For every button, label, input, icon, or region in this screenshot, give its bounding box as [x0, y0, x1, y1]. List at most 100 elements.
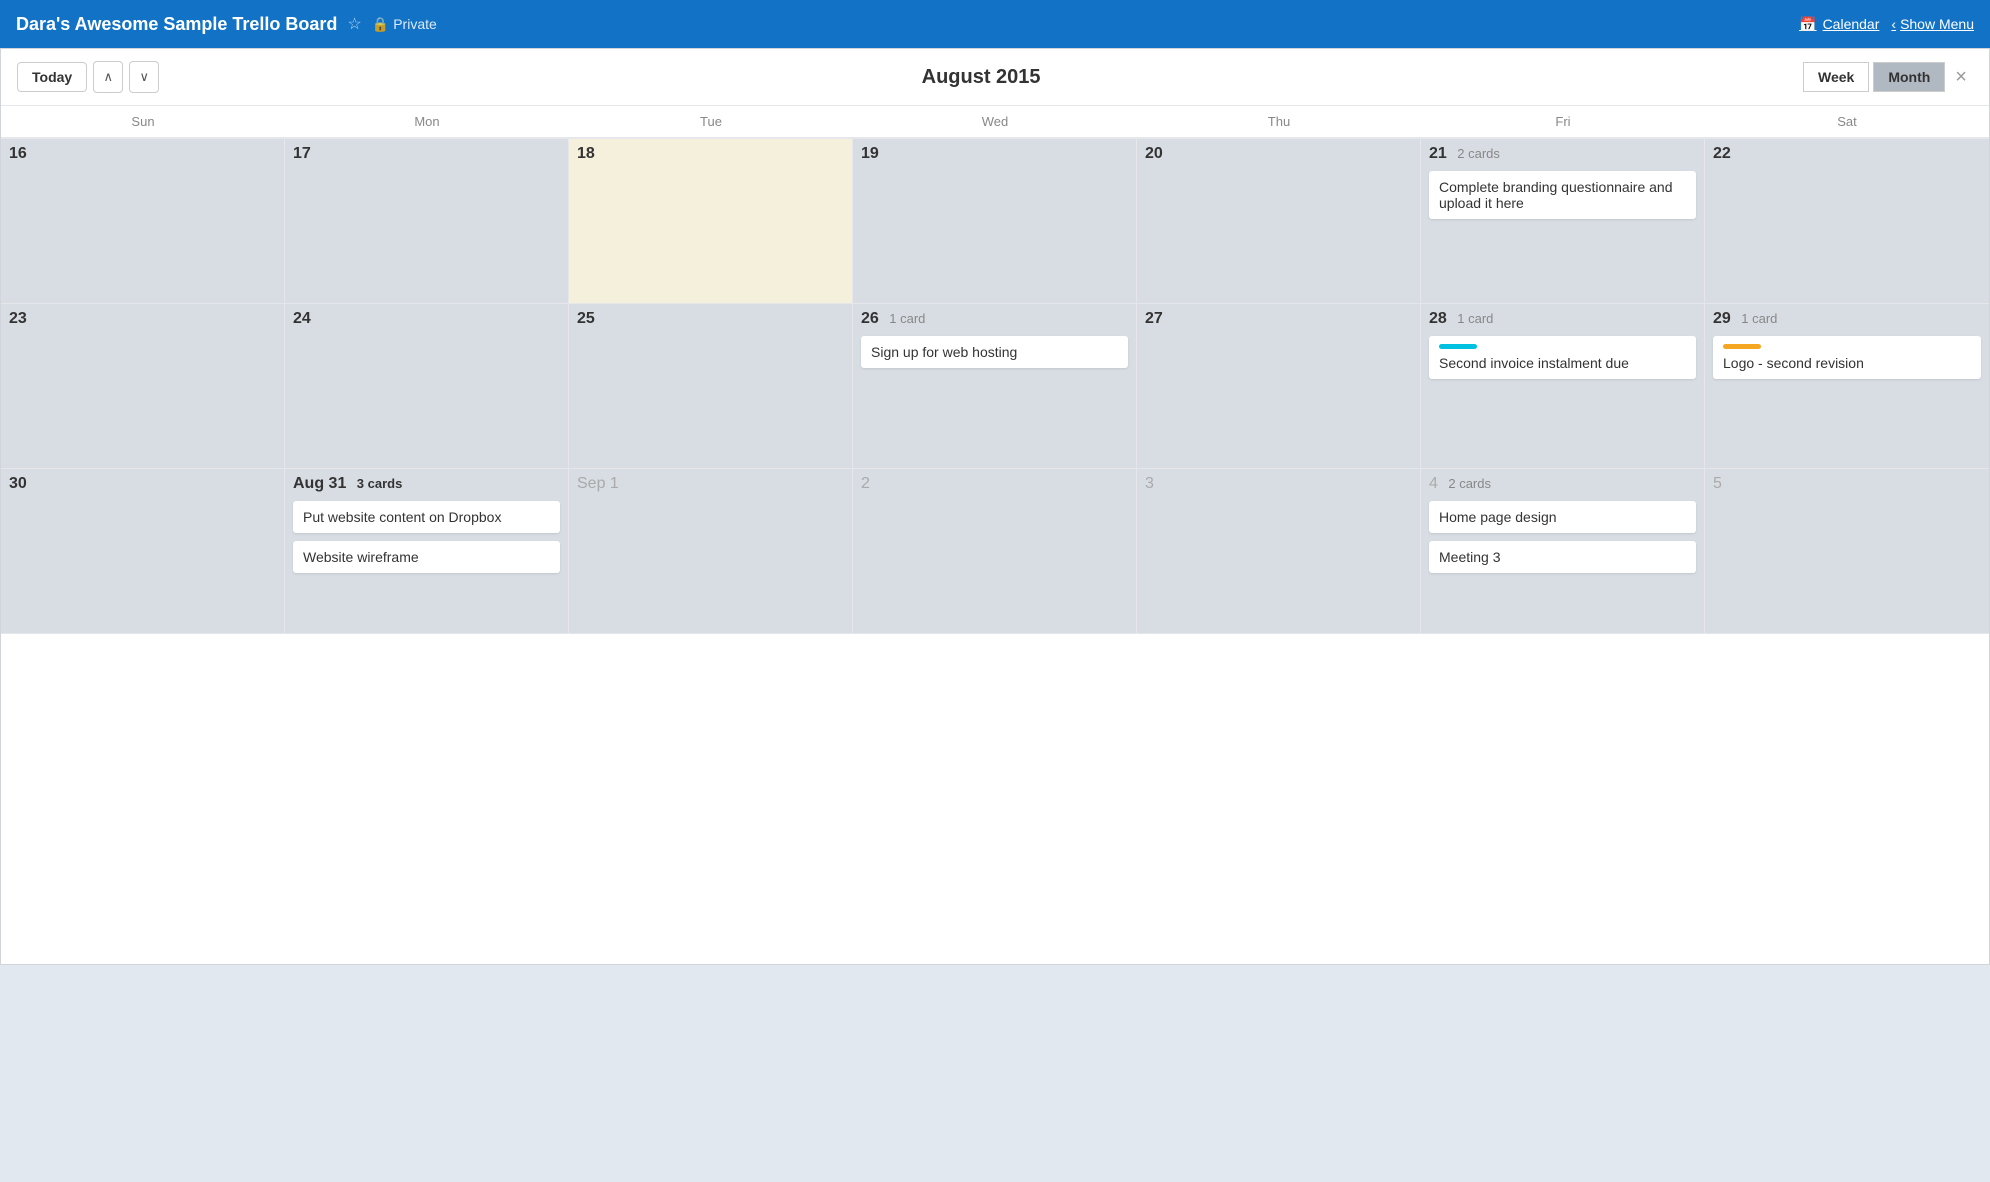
- day-header-sun: Sun: [1, 106, 285, 137]
- day-num: 17: [293, 145, 311, 162]
- cell-22[interactable]: 22: [1705, 139, 1989, 304]
- day-num: 29: [1713, 310, 1731, 327]
- cell-sep5[interactable]: 5: [1705, 469, 1989, 634]
- month-view-button[interactable]: Month: [1873, 62, 1945, 92]
- day-header-fri: Fri: [1421, 106, 1705, 137]
- chevron-left-icon: ‹: [1891, 16, 1896, 32]
- cell-sep1[interactable]: Sep 1: [569, 469, 853, 634]
- card-logo[interactable]: Logo - second revision: [1713, 336, 1981, 379]
- day-header-tue: Tue: [569, 106, 853, 137]
- top-bar: Dara's Awesome Sample Trello Board ☆ 🔒 P…: [0, 0, 1990, 48]
- cell-16[interactable]: 16: [1, 139, 285, 304]
- calendar-label: Calendar: [1823, 16, 1880, 32]
- day-num: 30: [9, 475, 27, 492]
- lock-icon: 🔒: [372, 16, 389, 33]
- calendar-title: August 2015: [922, 66, 1041, 89]
- day-num: 20: [1145, 145, 1163, 162]
- calendar-icon: 📅: [1799, 16, 1816, 33]
- card-branding[interactable]: Complete branding questionnaire and uplo…: [1429, 171, 1696, 219]
- card-wireframe[interactable]: Website wireframe: [293, 541, 560, 573]
- card-text: Put website content on Dropbox: [303, 509, 501, 525]
- day-num: 16: [9, 145, 27, 162]
- day-num: 2: [861, 475, 870, 492]
- calendar-button[interactable]: 📅 Calendar: [1799, 16, 1879, 33]
- day-num: 22: [1713, 145, 1731, 162]
- close-button[interactable]: ×: [1949, 66, 1973, 89]
- cell-sep2[interactable]: 2: [853, 469, 1137, 634]
- cell-29[interactable]: 29 1 card Logo - second revision: [1705, 304, 1989, 469]
- calendar-container: Today ∧ ∨ August 2015 Week Month × Sun M…: [0, 48, 1990, 965]
- day-num: 4: [1429, 475, 1438, 492]
- board-title: Dara's Awesome Sample Trello Board: [16, 14, 337, 35]
- private-label: 🔒 Private: [372, 16, 437, 33]
- cell-18[interactable]: 18: [569, 139, 853, 304]
- cell-23[interactable]: 23: [1, 304, 285, 469]
- next-button[interactable]: ∨: [129, 61, 159, 93]
- calendar-nav: Today ∧ ∨ August 2015 Week Month ×: [1, 49, 1989, 106]
- card-text: Second invoice instalment due: [1439, 355, 1629, 371]
- card-web-hosting[interactable]: Sign up for web hosting: [861, 336, 1128, 368]
- cell-aug31[interactable]: Aug 31 3 cards Put website content on Dr…: [285, 469, 569, 634]
- card-count: 1 card: [1457, 311, 1493, 326]
- card-text: Website wireframe: [303, 549, 419, 565]
- card-invoice[interactable]: Second invoice instalment due: [1429, 336, 1696, 379]
- day-num: 27: [1145, 310, 1163, 327]
- day-header-sat: Sat: [1705, 106, 1989, 137]
- day-num: 26: [861, 310, 879, 327]
- cell-28[interactable]: 28 1 card Second invoice instalment due: [1421, 304, 1705, 469]
- arrow-down-icon: ∨: [139, 69, 149, 85]
- day-header-thu: Thu: [1137, 106, 1421, 137]
- show-menu-label: Show Menu: [1900, 16, 1974, 32]
- cell-sep3[interactable]: 3: [1137, 469, 1421, 634]
- week-view-button[interactable]: Week: [1803, 62, 1869, 92]
- card-label-yellow: [1723, 344, 1761, 349]
- cell-27[interactable]: 27: [1137, 304, 1421, 469]
- day-headers: Sun Mon Tue Wed Thu Fri Sat: [1, 106, 1989, 138]
- private-text: Private: [393, 16, 437, 32]
- top-bar-left: Dara's Awesome Sample Trello Board ☆ 🔒 P…: [16, 14, 437, 35]
- day-num: Aug 31: [293, 475, 346, 492]
- card-count: 2 cards: [1448, 476, 1491, 491]
- star-icon[interactable]: ☆: [347, 14, 361, 34]
- day-num: 25: [577, 310, 595, 327]
- card-homepage[interactable]: Home page design: [1429, 501, 1696, 533]
- cell-30[interactable]: 30: [1, 469, 285, 634]
- card-text: Meeting 3: [1439, 549, 1500, 565]
- today-button[interactable]: Today: [17, 62, 87, 92]
- calendar-nav-left: Today ∧ ∨: [17, 61, 159, 93]
- arrow-up-icon: ∧: [103, 69, 113, 85]
- cell-25[interactable]: 25: [569, 304, 853, 469]
- card-label-cyan: [1439, 344, 1477, 349]
- cell-17[interactable]: 17: [285, 139, 569, 304]
- top-bar-right: 📅 Calendar ‹ Show Menu: [1799, 16, 1974, 33]
- day-num: 5: [1713, 475, 1722, 492]
- day-num: 23: [9, 310, 27, 327]
- card-dropbox[interactable]: Put website content on Dropbox: [293, 501, 560, 533]
- card-count: 3 cards: [357, 476, 403, 491]
- card-count: 1 card: [1741, 311, 1777, 326]
- cell-20[interactable]: 20: [1137, 139, 1421, 304]
- cell-sep4[interactable]: 4 2 cards Home page design Meeting 3: [1421, 469, 1705, 634]
- day-num: 19: [861, 145, 879, 162]
- card-meeting3[interactable]: Meeting 3: [1429, 541, 1696, 573]
- calendar-nav-right: Week Month ×: [1803, 62, 1973, 92]
- card-text: Complete branding questionnaire and uplo…: [1439, 179, 1673, 211]
- calendar-grid: 16 17 18 19 20 21 2 cards Complete brand…: [1, 138, 1989, 964]
- card-count: 2 cards: [1457, 146, 1500, 161]
- cell-26[interactable]: 26 1 card Sign up for web hosting: [853, 304, 1137, 469]
- day-header-wed: Wed: [853, 106, 1137, 137]
- day-num: 3: [1145, 475, 1154, 492]
- day-header-mon: Mon: [285, 106, 569, 137]
- show-menu-button[interactable]: ‹ Show Menu: [1891, 16, 1974, 32]
- day-num: 24: [293, 310, 311, 327]
- day-num: 21: [1429, 145, 1447, 162]
- day-num: Sep 1: [577, 475, 619, 492]
- cell-19[interactable]: 19: [853, 139, 1137, 304]
- prev-button[interactable]: ∧: [93, 61, 123, 93]
- cell-24[interactable]: 24: [285, 304, 569, 469]
- day-num: 18: [577, 145, 595, 162]
- cell-21[interactable]: 21 2 cards Complete branding questionnai…: [1421, 139, 1705, 304]
- card-text: Home page design: [1439, 509, 1557, 525]
- day-num: 28: [1429, 310, 1447, 327]
- card-text: Sign up for web hosting: [871, 344, 1017, 360]
